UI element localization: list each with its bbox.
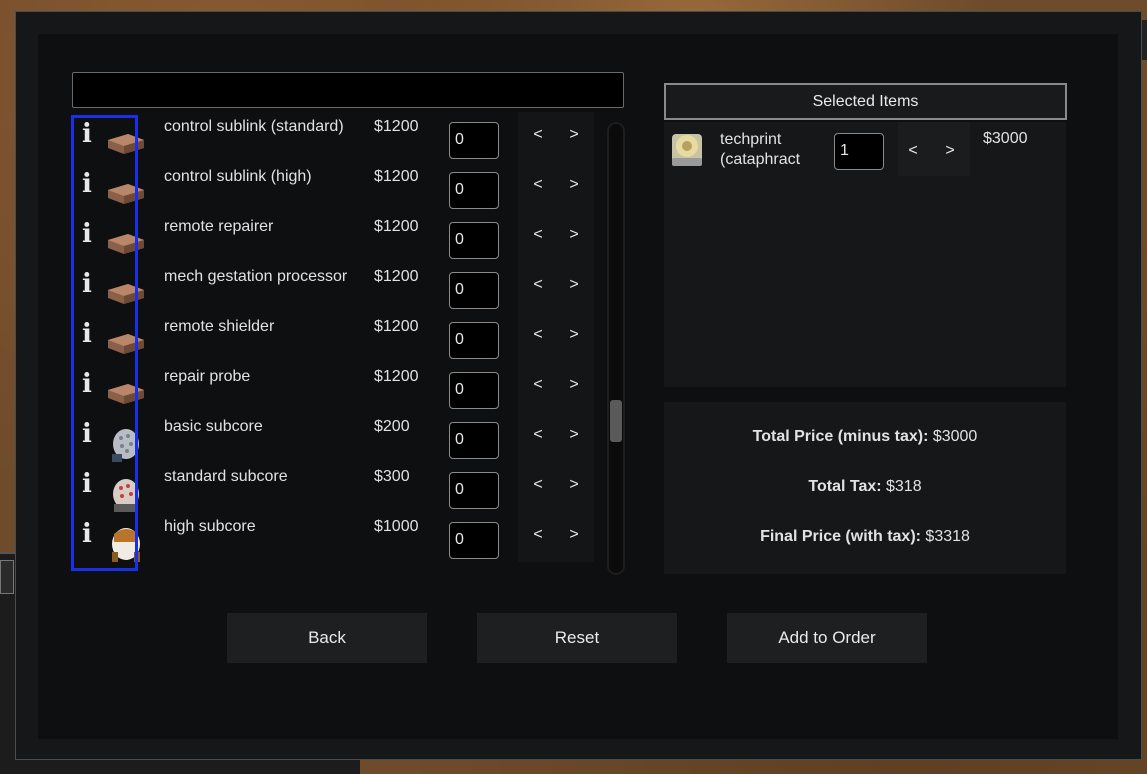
item-name: control sublink (standard) — [164, 118, 344, 135]
search-input[interactable] — [72, 72, 624, 108]
final-price-value: $3318 — [920, 528, 970, 545]
increase-button[interactable]: > — [559, 226, 589, 250]
increase-button[interactable]: > — [559, 476, 589, 500]
item-price: $1200 — [374, 218, 419, 235]
scrollbar-track[interactable] — [607, 122, 625, 575]
selected-item-qty-input[interactable]: 1 — [834, 133, 884, 170]
techprint-icon — [668, 128, 706, 168]
decrease-button[interactable]: < — [523, 226, 553, 250]
increase-button[interactable]: > — [559, 426, 589, 450]
increase-button[interactable]: > — [559, 376, 589, 400]
selected-items-header: Selected Items — [664, 83, 1067, 120]
item-price: $1200 — [374, 118, 419, 135]
item-name: mech gestation processor — [164, 268, 348, 285]
list-item: i remote shielder $1200 0 < > — [72, 312, 612, 362]
increase-button[interactable]: > — [559, 326, 589, 350]
add-to-order-button[interactable]: Add to Order — [727, 613, 927, 663]
list-item: i mech gestation processor $1200 0 < > — [72, 262, 612, 312]
item-name: basic subcore — [164, 418, 263, 435]
selected-item-increase-button[interactable]: > — [935, 142, 965, 160]
item-price: $1200 — [374, 268, 419, 285]
final-price-label: Final Price (with tax): — [760, 528, 921, 545]
quantity-input[interactable]: 0 — [449, 422, 499, 459]
item-price: $300 — [374, 468, 410, 485]
decrease-button[interactable]: < — [523, 326, 553, 350]
decrease-button[interactable]: < — [523, 126, 553, 150]
list-item: i high subcore $1000 0 < > — [72, 512, 612, 562]
decrease-button[interactable]: < — [523, 526, 553, 550]
increase-button[interactable]: > — [559, 176, 589, 200]
total-tax: Total Tax: $318 — [664, 478, 1066, 496]
item-price: $1200 — [374, 168, 419, 185]
quantity-input[interactable]: 0 — [449, 472, 499, 509]
total-minus-tax: Total Price (minus tax): $3000 — [664, 428, 1066, 446]
total-tax-value: $318 — [881, 478, 922, 495]
back-button[interactable]: Back — [227, 613, 427, 663]
selected-item-name: techprint (cataphract — [720, 131, 801, 168]
decrease-button[interactable]: < — [523, 176, 553, 200]
item-price: $1000 — [374, 518, 419, 535]
quantity-input[interactable]: 0 — [449, 272, 499, 309]
decrease-button[interactable]: < — [523, 426, 553, 450]
item-name: control sublink (high) — [164, 168, 312, 185]
item-price: $1200 — [374, 368, 419, 385]
quantity-input[interactable]: 0 — [449, 522, 499, 559]
item-name: remote repairer — [164, 218, 274, 235]
increase-button[interactable]: > — [559, 526, 589, 550]
list-item: i repair probe $1200 0 < > — [72, 362, 612, 412]
item-price: $1200 — [374, 318, 419, 335]
list-item: i control sublink (high) $1200 0 < > — [72, 162, 612, 212]
quantity-input[interactable]: 0 — [449, 372, 499, 409]
background-panel-tab — [0, 560, 14, 594]
quantity-input[interactable]: 0 — [449, 322, 499, 359]
totals-panel: Total Price (minus tax): $3000 Total Tax… — [664, 402, 1066, 574]
quantity-input[interactable]: 0 — [449, 172, 499, 209]
item-price: $200 — [374, 418, 410, 435]
scrollbar-thumb[interactable] — [610, 400, 622, 442]
info-column-highlight — [71, 115, 138, 571]
item-name: high subcore — [164, 518, 256, 535]
list-item: i basic subcore $200 0 < > — [72, 412, 612, 462]
selected-item-price: $3000 — [983, 130, 1028, 147]
item-name: repair probe — [164, 368, 251, 385]
final-price: Final Price (with tax): $3318 — [664, 528, 1066, 546]
selected-item-decrease-button[interactable]: < — [898, 142, 928, 160]
total-minus-tax-value: $3000 — [928, 428, 978, 445]
list-item: i control sublink (standard) $1200 0 < > — [72, 112, 612, 162]
increase-button[interactable]: > — [559, 126, 589, 150]
increase-button[interactable]: > — [559, 276, 589, 300]
item-name: standard subcore — [164, 468, 288, 485]
item-name: remote shielder — [164, 318, 275, 335]
quantity-input[interactable]: 0 — [449, 222, 499, 259]
list-item: i remote repairer $1200 0 < > — [72, 212, 612, 262]
reset-button[interactable]: Reset — [477, 613, 677, 663]
total-tax-label: Total Tax: — [808, 478, 882, 495]
decrease-button[interactable]: < — [523, 476, 553, 500]
list-item: i standard subcore $300 0 < > — [72, 462, 612, 512]
quantity-input[interactable]: 0 — [449, 122, 499, 159]
total-minus-tax-label: Total Price (minus tax): — [752, 428, 929, 445]
selected-item-arrow-zone: < > — [898, 122, 970, 176]
decrease-button[interactable]: < — [523, 376, 553, 400]
item-list: i high subcore $1000 0 < > i standard su… — [72, 112, 625, 575]
selected-items-list: techprint (cataphract 1 < > $3000 — [664, 122, 1066, 387]
decrease-button[interactable]: < — [523, 276, 553, 300]
